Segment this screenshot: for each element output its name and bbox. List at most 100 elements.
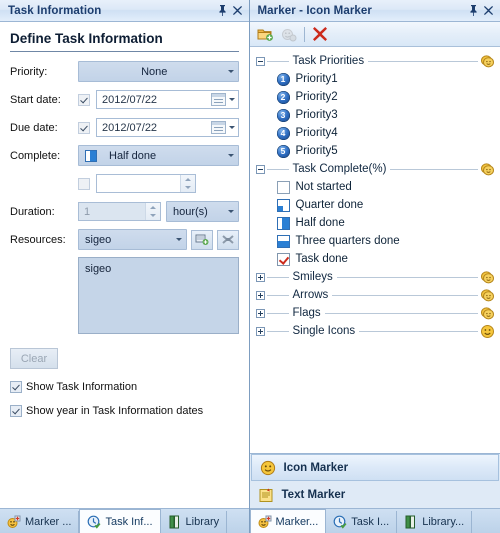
due-date-input[interactable]: 2012/07/22 [96,118,239,137]
duration-row: Duration: 1 hour(s) [10,201,239,222]
complete-select[interactable]: Half done [78,145,239,166]
pin-icon[interactable] [215,3,230,18]
expand-icon[interactable] [255,308,265,318]
tree-item-task-done[interactable]: Task done [250,250,500,268]
smiley-icon [480,324,495,339]
duration-spin-buttons[interactable] [145,203,160,220]
calendar-icon[interactable] [210,121,226,134]
add-resource-button[interactable] [190,229,213,250]
tree-group-smileys[interactable]: Smileys [250,268,500,286]
coins-icon [480,288,495,303]
tree-item-three-quarters-done[interactable]: Three quarters done [250,232,500,250]
tree-item-priority3[interactable]: 3 Priority3 [250,106,500,124]
percent-stepper[interactable] [96,174,196,193]
marker-type-icon-marker[interactable]: Icon Marker [250,454,499,481]
chevron-down-icon[interactable] [227,91,238,108]
number-3-icon: 3 [276,108,290,122]
task-info-icon [87,515,101,529]
resources-row: Resources: sigeo [10,229,239,250]
tree-item-label: Half done [295,217,345,229]
marker-type-text-marker[interactable]: Text Marker [250,481,500,508]
pin-icon[interactable] [466,3,481,18]
tree-item-half-done[interactable]: Half done [250,214,500,232]
priority-row: Priority: None [10,61,239,82]
tree-item-not-started[interactable]: Not started [250,178,500,196]
tab-marker[interactable]: Marker... [249,509,327,533]
tab-library[interactable]: Library [161,511,228,533]
expand-icon[interactable] [255,290,265,300]
coins-icon [480,162,495,177]
delete-icon[interactable] [310,25,330,43]
resources-select[interactable]: sigeo [78,229,187,250]
tree-item-priority2[interactable]: 2 Priority2 [250,88,500,106]
coins-icon [480,306,495,321]
number-2-icon: 2 [276,90,290,104]
start-date-checkbox[interactable] [78,93,90,106]
expand-icon[interactable] [255,272,265,282]
show-year-row[interactable]: Show year in Task Information dates [10,405,239,417]
smiley-icon [260,460,276,476]
show-task-information-checkbox[interactable] [10,381,22,393]
tree-item-label: Task done [295,253,348,265]
tree-item-label: Priority2 [295,91,338,103]
chevron-down-icon[interactable] [227,119,238,136]
remove-resource-button[interactable] [216,229,239,250]
tree-group-arrows[interactable]: Arrows [250,286,500,304]
duration-stepper[interactable]: 1 [78,202,161,221]
tree-item-label: Priority1 [295,73,338,85]
marker-type-label: Text Marker [281,488,346,501]
toolbar-separator [303,26,305,42]
task-information-form: Define Task Information Priority: None S… [0,22,249,508]
close-icon[interactable] [230,3,245,18]
chevron-down-icon [224,202,238,221]
resources-listbox[interactable]: sigeo [78,257,239,334]
marker-toolbar [249,22,500,47]
tree-group-flags[interactable]: Flags [250,304,500,322]
start-date-input[interactable]: 2012/07/22 [96,90,239,109]
show-task-information-row[interactable]: Show Task Information [10,381,239,393]
number-5-icon: 5 [276,144,290,158]
tree-group-single-icons[interactable]: Single Icons [250,322,500,340]
tree-item-priority5[interactable]: 5 Priority5 [250,142,500,160]
progress-100-icon [276,252,290,266]
chevron-down-icon [224,62,238,81]
marker-type-label: Icon Marker [283,461,349,474]
percent-checkbox[interactable] [78,177,90,190]
duration-unit-value: hour(s) [173,205,208,218]
expand-icon[interactable] [255,326,265,336]
tree-group-label: Task Priorities [292,55,365,67]
marker-tree[interactable]: Task Priorities 1 Priority1 2 Priority2 … [249,47,500,453]
percent-spin-buttons[interactable] [180,175,195,192]
tree-item-priority4[interactable]: 4 Priority4 [250,124,500,142]
due-date-checkbox[interactable] [78,121,90,134]
clear-button[interactable]: Clear [10,348,58,369]
collapse-icon[interactable] [255,56,265,66]
tree-item-priority1[interactable]: 1 Priority1 [250,70,500,88]
left-panel-title: Task Information [8,4,102,17]
tab-task-information-label: Task Inf... [105,515,153,528]
tree-group-task-complete[interactable]: Task Complete(%) [250,160,500,178]
resource-list-item[interactable]: sigeo [85,263,232,275]
tab-task-information[interactable]: Task I... [326,511,398,533]
close-icon[interactable] [481,3,496,18]
new-folder-icon[interactable] [256,25,276,43]
tab-marker[interactable]: Marker ... [0,511,80,533]
duration-unit-select[interactable]: hour(s) [166,201,239,222]
show-year-checkbox[interactable] [10,405,22,417]
tree-group-label: Arrows [292,289,329,301]
tree-group-label: Smileys [292,271,333,283]
tree-item-label: Priority5 [295,145,338,157]
marker-icon [258,515,272,529]
priority-select[interactable]: None [78,61,239,82]
tree-item-quarter-done[interactable]: Quarter done [250,196,500,214]
tab-library[interactable]: Library... [397,511,473,533]
tab-task-information[interactable]: Task Inf... [79,509,161,533]
complete-row: Complete: Half done [10,145,239,166]
priority-value: None [141,65,168,78]
calendar-icon[interactable] [210,93,226,106]
number-4-icon: 4 [276,126,290,140]
tree-group-task-priorities[interactable]: Task Priorities [250,52,500,70]
chevron-down-icon [224,146,238,165]
chevron-down-icon [172,230,186,249]
collapse-icon[interactable] [255,164,265,174]
